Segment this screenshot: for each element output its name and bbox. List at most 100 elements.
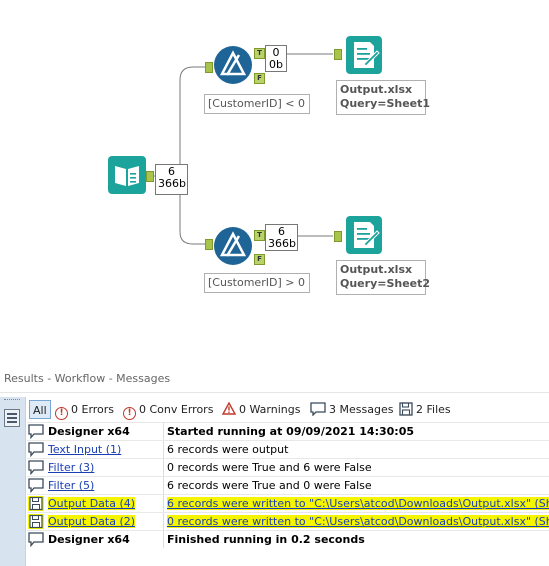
output-bottom-input-anchor[interactable] <box>334 231 342 242</box>
row-tool-link[interactable]: Filter (5) <box>48 479 94 492</box>
message-icon <box>28 442 44 457</box>
table-row[interactable]: Text Input (1) 6 records were output <box>27 440 549 458</box>
annotation-line2: Query=Sheet1 <box>340 97 431 110</box>
annotation-line1: Output.xlsx <box>340 83 413 96</box>
row-message: 6 records were True and 0 were False <box>167 477 549 494</box>
filter-files-button[interactable]: 2 Files <box>399 400 451 419</box>
row-tool: Designer x64 <box>48 423 159 440</box>
row-message: Finished running in 0.2 seconds <box>167 531 549 548</box>
warning-icon <box>222 402 236 415</box>
row-message: Started running at 09/09/2021 14:30:05 <box>167 423 549 440</box>
row-tool-text: Designer x64 <box>48 425 130 438</box>
divider <box>0 392 549 393</box>
message-icon <box>28 532 44 547</box>
document-icon <box>346 36 382 74</box>
filter-warnings-label: 0 Warnings <box>239 403 301 416</box>
row-message-link[interactable]: 6 records were written to "C:\Users\atco… <box>167 497 549 510</box>
column-separator <box>163 531 164 548</box>
column-separator <box>163 459 164 476</box>
output-top-annotation: Output.xlsx Query=Sheet1 <box>336 80 431 115</box>
filter-top-annotation: [CustomerID] < 0 <box>204 94 310 114</box>
annotation-line2: Query=Sheet2 <box>340 277 431 290</box>
filter-conv-errors-label: 0 Conv Errors <box>139 403 214 416</box>
book-icon <box>108 156 146 194</box>
row-tool-link[interactable]: Text Input (1) <box>48 443 121 456</box>
row-message[interactable]: 0 records were written to "C:\Users\atco… <box>167 513 549 530</box>
row-tool: Designer x64 <box>48 531 159 548</box>
table-row[interactable]: Output Data (2) 0 records were written t… <box>27 512 549 530</box>
results-title: Results - Workflow - Messages <box>4 372 171 385</box>
filter-bottom-record-count: 6 366b <box>265 224 298 251</box>
column-separator <box>163 441 164 458</box>
filter-top-false-anchor[interactable]: F <box>254 73 265 84</box>
filter-warnings-button[interactable]: 0 Warnings <box>222 400 300 419</box>
column-separator <box>163 477 164 494</box>
column-separator <box>163 513 164 530</box>
filter-tool-bottom[interactable] <box>213 226 253 266</box>
message-icon <box>28 460 44 475</box>
row-message-text: Finished running in 0.2 seconds <box>167 533 365 546</box>
table-row[interactable]: Designer x64 Started running at 09/09/20… <box>27 422 549 440</box>
message-icon <box>28 478 44 493</box>
filter-tool-top[interactable] <box>213 45 253 85</box>
filter-top-true-anchor[interactable]: T <box>254 48 265 59</box>
table-row[interactable]: Filter (5) 6 records were True and 0 wer… <box>27 476 549 494</box>
output-data-tool-bottom[interactable] <box>344 216 384 254</box>
table-row[interactable]: Designer x64 Finished running in 0.2 sec… <box>27 530 549 548</box>
annotation-line1: Output.xlsx <box>340 263 413 276</box>
row-tool-link[interactable]: Output Data (4) <box>48 497 136 510</box>
filter-icon <box>214 227 252 265</box>
row-message-text: 0 records were True and 6 were False <box>167 461 372 474</box>
count-size: 366b <box>158 177 186 190</box>
table-row[interactable]: Filter (3) 0 records were True and 6 wer… <box>27 458 549 476</box>
filter-all-button[interactable]: All <box>29 400 51 419</box>
table-row[interactable]: Output Data (4) 6 records were written t… <box>27 494 549 512</box>
row-tool-link[interactable]: Filter (3) <box>48 461 94 474</box>
row-tool[interactable]: Filter (5) <box>48 477 159 494</box>
row-tool-text: Designer x64 <box>48 533 130 546</box>
filter-bottom-annotation: [CustomerID] > 0 <box>204 273 310 293</box>
output-top-input-anchor[interactable] <box>334 49 342 60</box>
row-message[interactable]: 6 records were written to "C:\Users\atco… <box>167 495 549 512</box>
save-file-icon <box>399 402 413 416</box>
save-file-icon <box>28 496 44 511</box>
grip-handle[interactable] <box>4 399 20 403</box>
save-file-icon <box>28 514 44 529</box>
list-view-icon[interactable] <box>4 409 20 427</box>
row-tool[interactable]: Text Input (1) <box>48 441 159 458</box>
conv-error-icon: ! <box>123 407 136 420</box>
filter-bottom-true-anchor[interactable]: T <box>254 230 265 241</box>
filter-errors-label: 0 Errors <box>71 403 115 416</box>
filter-errors-button[interactable]: ! 0 Errors <box>55 400 115 420</box>
row-message-text: 6 records were output <box>167 443 289 456</box>
row-tool[interactable]: Filter (3) <box>48 459 159 476</box>
column-separator <box>163 495 164 512</box>
row-tool-link[interactable]: Output Data (2) <box>48 515 136 528</box>
workflow-canvas[interactable]: 6 366b T F 0 0b [CustomerID] < 0 T F 6 3… <box>0 0 549 350</box>
input-output-anchor[interactable] <box>146 171 154 182</box>
results-filter-bar: All ! 0 Errors ! 0 Conv Errors 0 Warnings … <box>27 400 549 420</box>
row-message-link[interactable]: 0 records were written to "C:\Users\atco… <box>167 515 549 528</box>
filter-all-label: All <box>33 404 47 417</box>
row-tool[interactable]: Output Data (2) <box>48 513 159 530</box>
output-bottom-annotation: Output.xlsx Query=Sheet2 <box>336 260 431 295</box>
results-sidebar <box>0 397 26 566</box>
filter-files-label: 2 Files <box>416 403 451 416</box>
input-record-count: 6 366b <box>155 164 188 195</box>
text-input-tool[interactable] <box>108 156 146 194</box>
filter-bottom-input-anchor[interactable] <box>205 239 213 250</box>
column-separator <box>163 423 164 440</box>
filter-messages-button[interactable]: 3 Messages <box>310 400 393 419</box>
filter-top-record-count: 0 0b <box>265 45 287 72</box>
row-message: 6 records were output <box>167 441 549 458</box>
filter-messages-label: 3 Messages <box>329 403 394 416</box>
filter-conv-errors-button[interactable]: ! 0 Conv Errors <box>123 400 214 420</box>
filter-top-input-anchor[interactable] <box>205 62 213 73</box>
count-size: 366b <box>268 237 296 250</box>
filter-bottom-false-anchor[interactable]: F <box>254 254 265 265</box>
output-data-tool-top[interactable] <box>344 36 384 74</box>
row-message-text: 6 records were True and 0 were False <box>167 479 372 492</box>
row-message-text: Started running at 09/09/2021 14:30:05 <box>167 425 415 438</box>
row-tool[interactable]: Output Data (4) <box>48 495 159 512</box>
results-panel: Results - Workflow - Messages All ! 0 Err… <box>0 364 549 566</box>
